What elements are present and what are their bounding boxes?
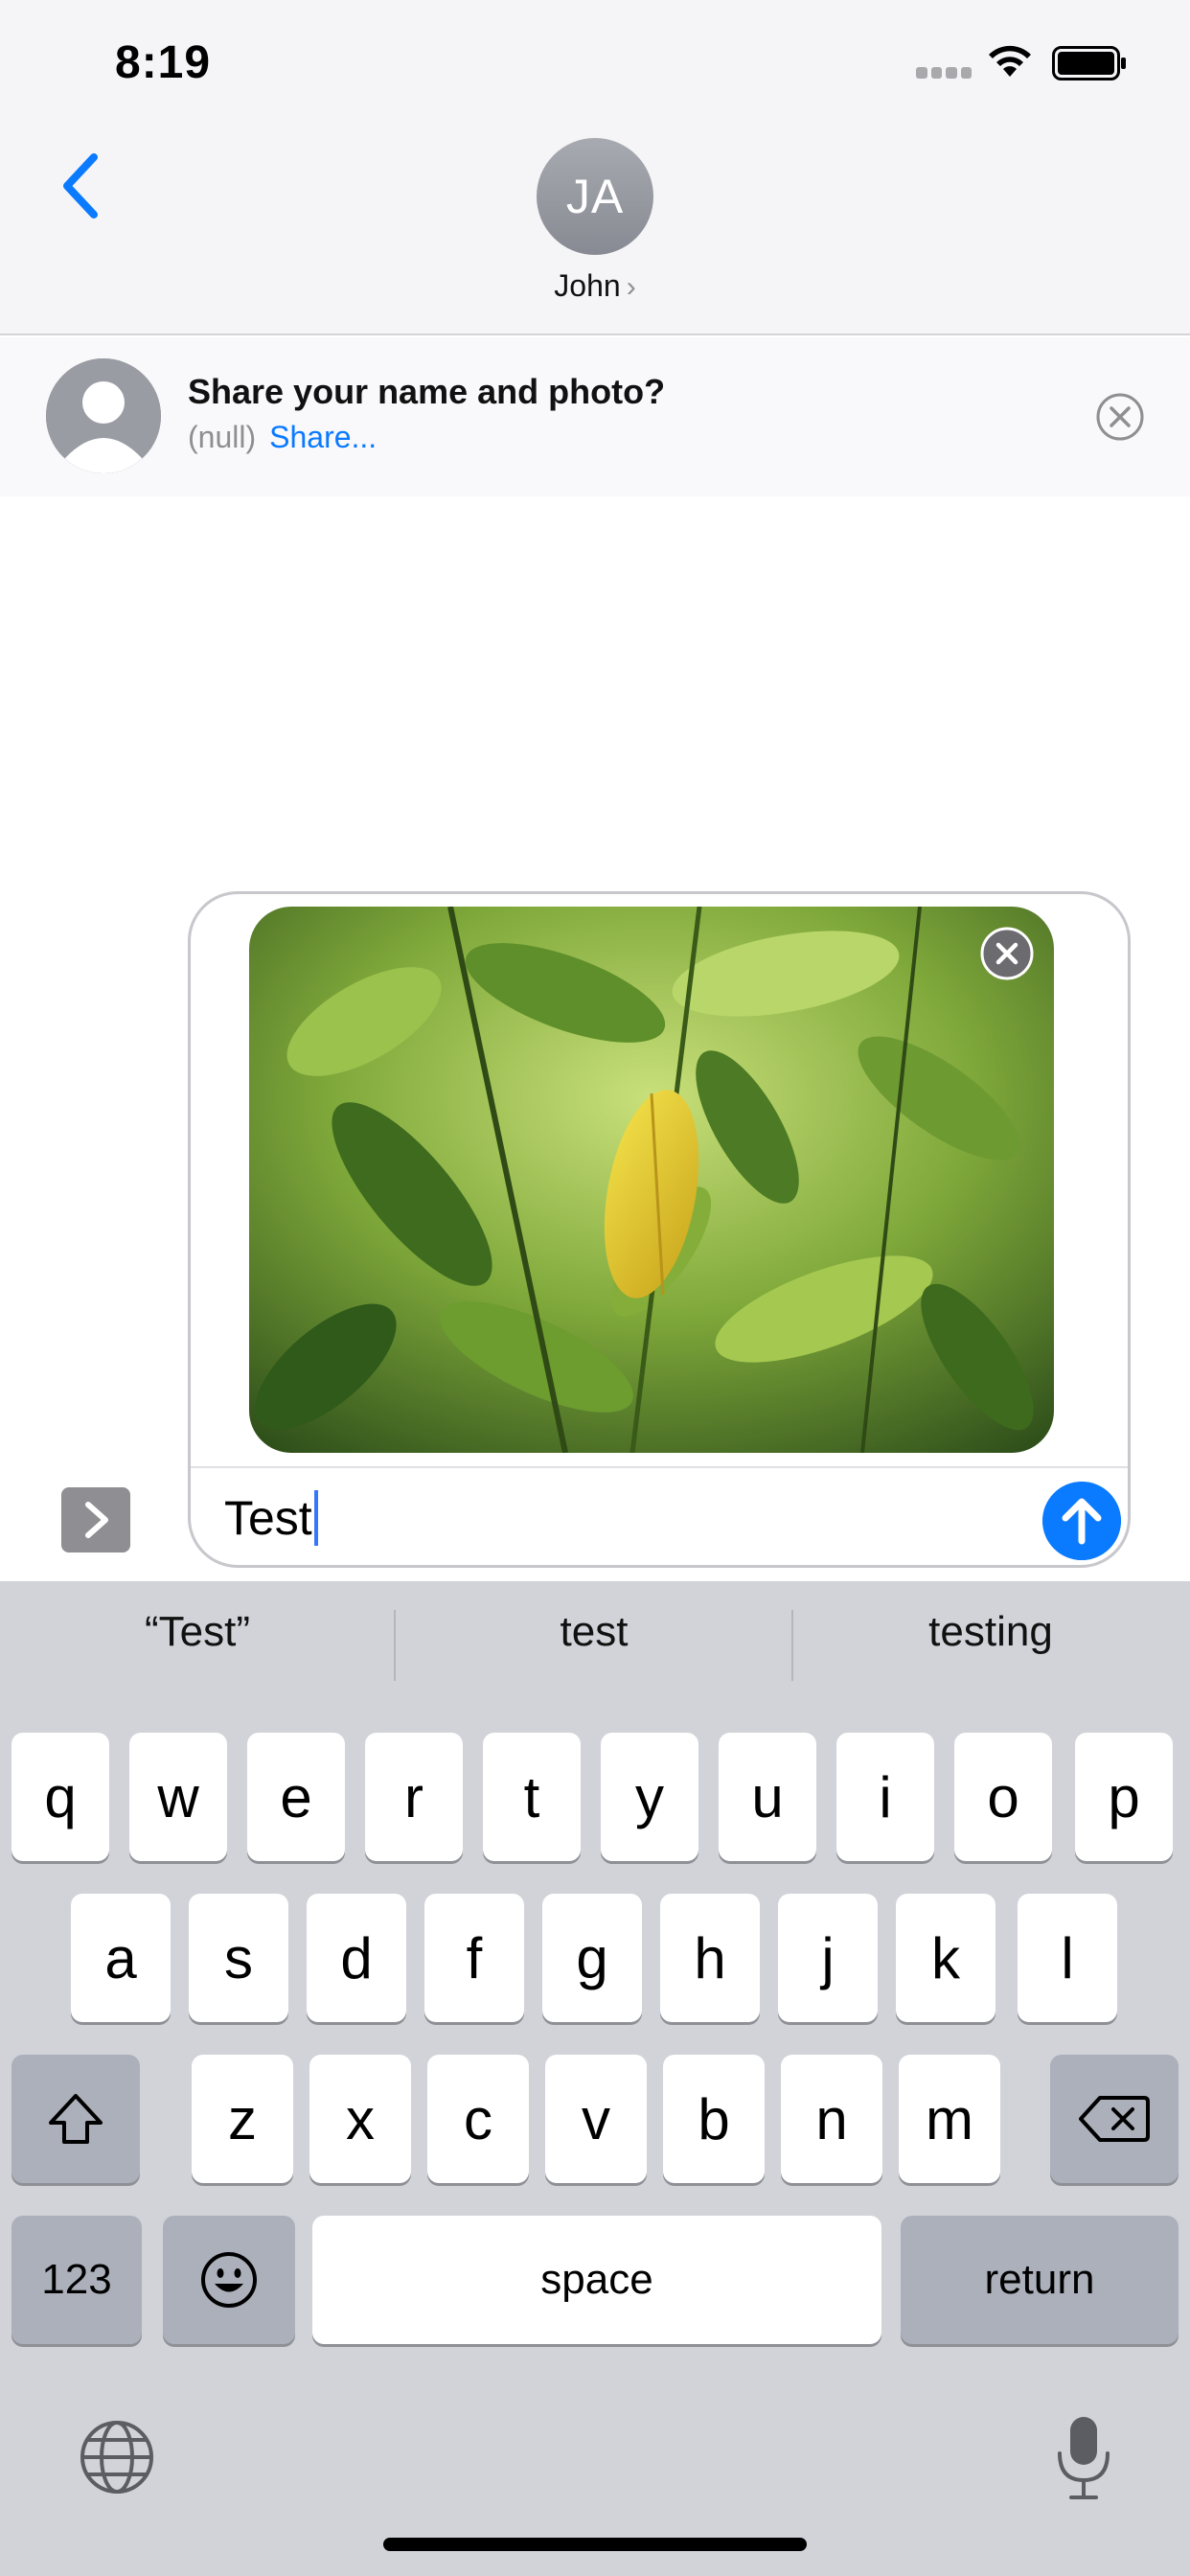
key-v[interactable]: v	[545, 2055, 647, 2183]
key-h[interactable]: h	[660, 1894, 760, 2022]
status-time: 8:19	[115, 37, 212, 88]
key-z[interactable]: z	[192, 2055, 293, 2183]
key-m[interactable]: m	[899, 2055, 1000, 2183]
space-key[interactable]: space	[312, 2216, 881, 2344]
key-n[interactable]: n	[781, 2055, 882, 2183]
numbers-key[interactable]: 123	[11, 2216, 142, 2344]
key-f[interactable]: f	[424, 1894, 524, 2022]
send-arrow-icon[interactable]	[1042, 1482, 1121, 1560]
share-link[interactable]: Share...	[269, 420, 377, 454]
emoji-icon	[201, 2252, 257, 2308]
key-e[interactable]: e	[247, 1733, 345, 1861]
chevron-right-icon: ›	[626, 271, 636, 303]
message-input[interactable]: Test	[224, 1487, 318, 1549]
key-y[interactable]: y	[601, 1733, 698, 1861]
emoji-key[interactable]	[163, 2216, 295, 2344]
key-t[interactable]: t	[483, 1733, 581, 1861]
suggestion-3[interactable]: testing	[793, 1608, 1188, 1656]
signal-icon	[916, 67, 972, 79]
microphone-icon[interactable]	[1054, 2413, 1113, 2501]
key-p[interactable]: p	[1075, 1733, 1173, 1861]
remove-attachment-icon[interactable]	[979, 926, 1035, 981]
home-indicator	[383, 2538, 807, 2551]
delete-icon	[1079, 2096, 1150, 2142]
key-k[interactable]: k	[896, 1894, 995, 2022]
photo-attachment[interactable]	[249, 907, 1054, 1453]
return-key[interactable]: return	[901, 2216, 1179, 2344]
share-banner-subtitle: (null) Share...	[188, 420, 377, 455]
key-w[interactable]: w	[129, 1733, 227, 1861]
key-j[interactable]: j	[778, 1894, 878, 2022]
predictive-bar: “Test” test testing	[0, 1581, 1190, 1708]
key-l[interactable]: l	[1018, 1894, 1117, 2022]
wifi-icon	[989, 45, 1031, 77]
battery-icon	[1052, 46, 1126, 80]
shift-key[interactable]	[11, 2055, 140, 2183]
key-d[interactable]: d	[307, 1894, 406, 2022]
suggestion-separator	[394, 1610, 396, 1681]
expand-chevron-icon[interactable]	[61, 1487, 130, 1552]
key-x[interactable]: x	[309, 2055, 411, 2183]
shift-icon	[49, 2094, 103, 2144]
close-circle-icon[interactable]	[1094, 391, 1146, 443]
share-banner-null-text: (null)	[188, 420, 257, 454]
conversation-header: 8:19 JA John ›	[0, 0, 1190, 335]
key-q[interactable]: q	[11, 1733, 109, 1861]
text-caret	[313, 1490, 318, 1546]
key-g[interactable]: g	[542, 1894, 642, 2022]
key-o[interactable]: o	[954, 1733, 1052, 1861]
globe-icon[interactable]	[77, 2417, 157, 2497]
message-input-text: Test	[224, 1491, 312, 1545]
contact-name-label: John	[554, 268, 621, 303]
key-c[interactable]: c	[427, 2055, 529, 2183]
share-name-photo-banner: Share your name and photo? (null) Share..…	[0, 337, 1190, 496]
key-s[interactable]: s	[189, 1894, 288, 2022]
key-r[interactable]: r	[365, 1733, 463, 1861]
keyboard: “Test” test testing q w e r t y u i o p …	[0, 1581, 1190, 2576]
compose-divider	[191, 1466, 1128, 1468]
key-a[interactable]: a	[71, 1894, 171, 2022]
key-b[interactable]: b	[663, 2055, 765, 2183]
person-placeholder-avatar	[46, 358, 161, 473]
key-u[interactable]: u	[719, 1733, 816, 1861]
contact-name[interactable]: John ›	[498, 268, 692, 304]
contact-avatar[interactable]: JA	[537, 138, 653, 255]
key-i[interactable]: i	[836, 1733, 934, 1861]
suggestion-2[interactable]: test	[397, 1608, 791, 1656]
back-chevron-icon[interactable]	[54, 150, 111, 222]
suggestion-1[interactable]: “Test”	[0, 1608, 395, 1656]
delete-key[interactable]	[1050, 2055, 1179, 2183]
share-banner-title: Share your name and photo?	[188, 372, 666, 411]
